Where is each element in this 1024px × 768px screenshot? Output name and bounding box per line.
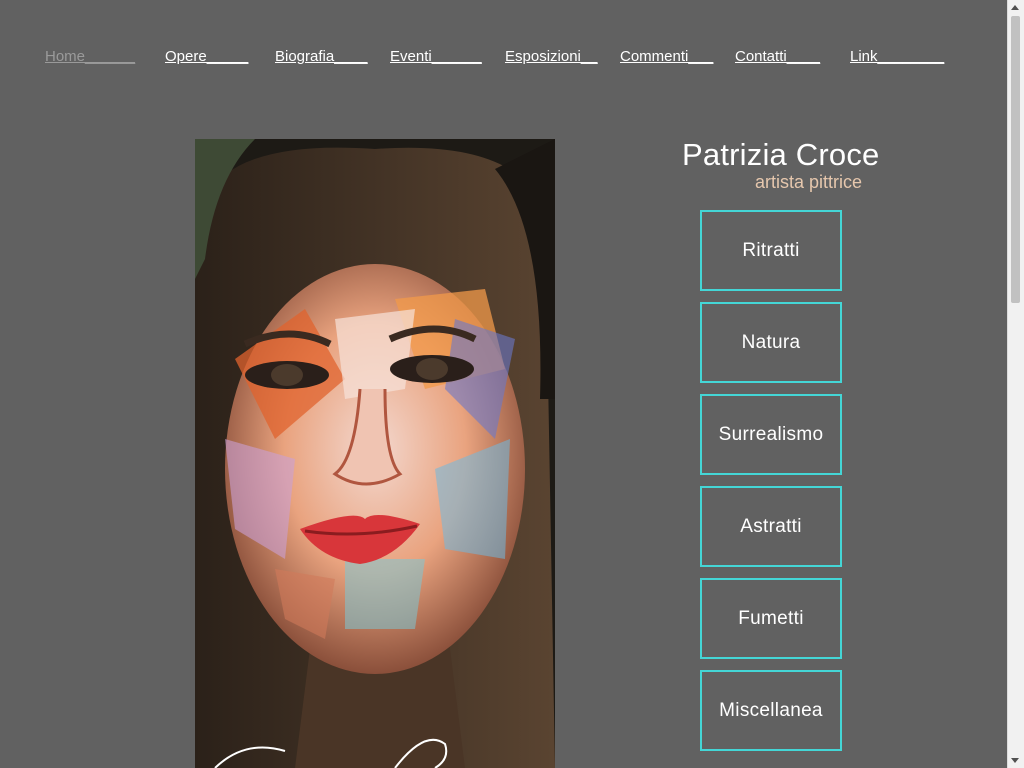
hero-portrait-image [195,139,555,768]
category-button-fumetti[interactable]: Fumetti [700,578,842,659]
artist-subtitle: artista pittrice [755,172,863,192]
nav-link-commenti[interactable]: Commenti___ [620,48,713,65]
category-button-natura[interactable]: Natura [700,302,842,383]
category-button-astratti[interactable]: Astratti [700,486,842,567]
category-button-miscellanea[interactable]: Miscellanea [700,670,842,751]
nav-link-contatti[interactable]: Contatti____ [735,48,820,65]
scroll-down-arrow-icon[interactable] [1011,758,1019,763]
nav-link-opere[interactable]: Opere_____ [165,48,248,65]
category-button-ritratti[interactable]: Ritratti [700,210,842,291]
scrollbar-thumb[interactable] [1011,16,1020,303]
nav-link-home[interactable]: Home______ [45,48,135,65]
scroll-up-arrow-icon[interactable] [1011,5,1019,10]
nav-link-eventi[interactable]: Eventi______ [390,48,482,65]
portrait-painting [195,139,555,768]
category-button-surrealismo[interactable]: Surrealismo [700,394,842,475]
nav-link-esposizioni[interactable]: Esposizioni__ [505,48,598,65]
nav-link-biografia[interactable]: Biografia____ [275,48,368,65]
main-nav: Home______ Opere_____ Biografia____ Even… [0,48,1008,68]
artist-name: Patrizia Croce [682,137,880,172]
vertical-scrollbar[interactable] [1007,0,1024,768]
nav-link-link[interactable]: Link________ [850,48,944,65]
